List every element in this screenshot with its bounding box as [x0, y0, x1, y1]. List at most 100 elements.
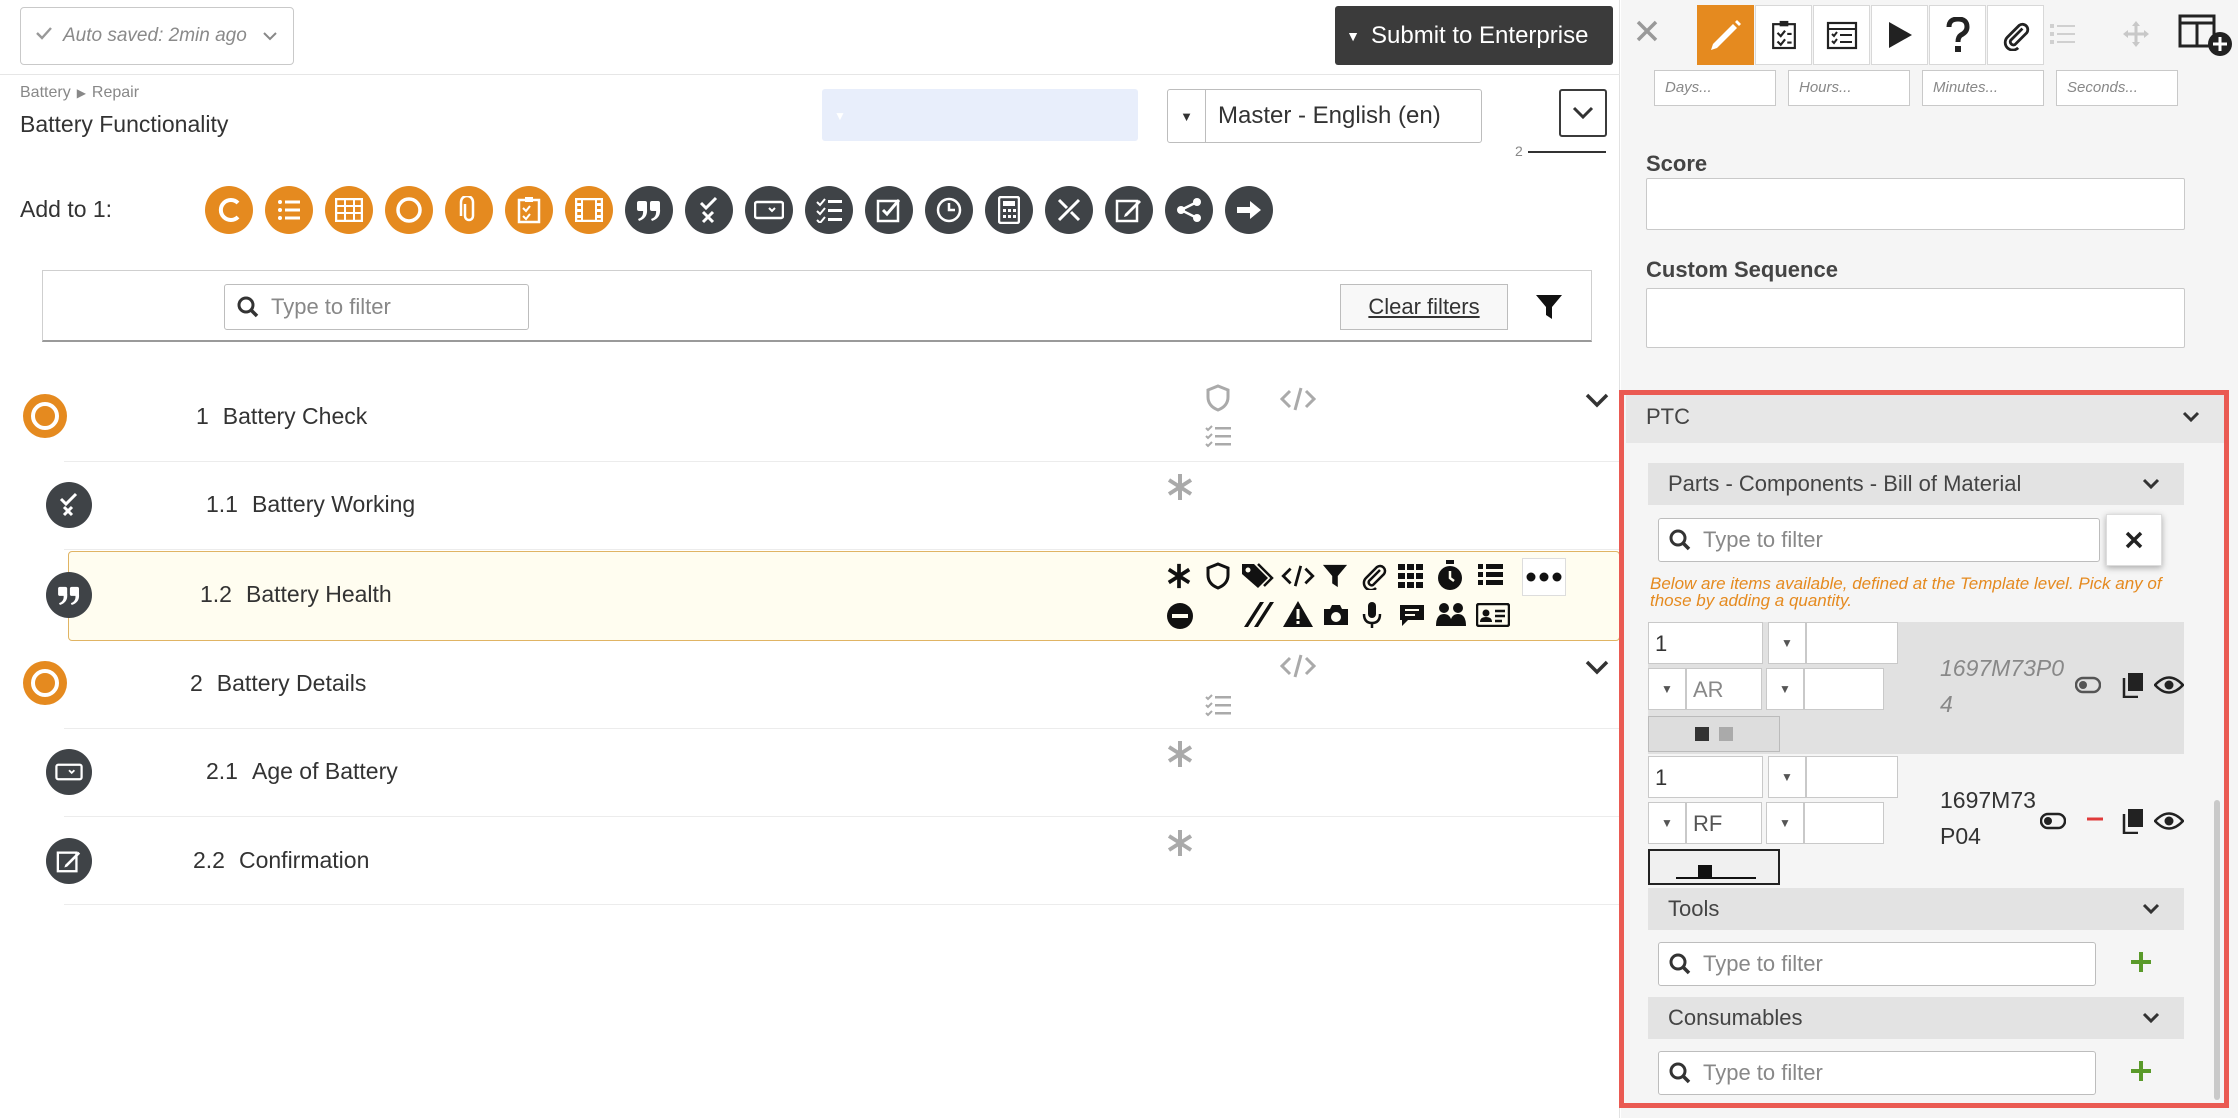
remove-circle-icon[interactable]	[1166, 602, 1194, 635]
microphone-icon[interactable]	[1362, 601, 1382, 634]
signature-icon[interactable]	[46, 838, 92, 884]
add-checkbox-icon[interactable]	[865, 186, 913, 234]
add-panel-icon[interactable]	[2178, 12, 2234, 63]
add-list-icon[interactable]	[265, 186, 313, 234]
editor-main: Auto saved: 2min ago ▼ Submit to Enterpr…	[0, 0, 1620, 1118]
code-icon[interactable]	[1279, 653, 1317, 684]
add-quote-icon[interactable]	[625, 186, 673, 234]
close-icon[interactable]	[1634, 18, 1660, 49]
chevron-down-icon[interactable]	[1584, 659, 1610, 682]
code-icon[interactable]	[1281, 564, 1315, 593]
row-battery-details[interactable]: 2 Battery Details	[190, 670, 366, 697]
autosave-dropdown[interactable]: Auto saved: 2min ago	[20, 7, 294, 65]
add-checklist-icon[interactable]	[505, 186, 553, 234]
step-icon[interactable]	[22, 393, 68, 439]
ellipsis-icon	[1526, 572, 1562, 582]
text-input-icon[interactable]	[46, 749, 92, 795]
list-disabled-icon	[2050, 22, 2076, 51]
add-pass-fail-icon[interactable]	[685, 186, 733, 234]
breadcrumb: Battery ▶ Repair	[20, 84, 139, 102]
pass-fail-icon[interactable]	[46, 482, 92, 528]
slant-bars-icon[interactable]	[1242, 600, 1276, 633]
collapse-button[interactable]	[1559, 89, 1607, 137]
submit-button[interactable]: ▼ Submit to Enterprise	[1335, 6, 1613, 65]
caret-down-icon[interactable]: ▼	[1335, 28, 1371, 44]
row-confirmation[interactable]: 2.2 Confirmation	[193, 847, 369, 874]
filter-funnel-icon[interactable]	[1535, 294, 1563, 325]
chevron-down-icon[interactable]	[1584, 392, 1610, 415]
add-time-icon[interactable]	[925, 186, 973, 234]
add-table-icon[interactable]	[325, 186, 373, 234]
add-calculator-icon[interactable]	[985, 186, 1033, 234]
people-icon[interactable]	[1436, 602, 1466, 633]
add-attachment-icon[interactable]	[445, 186, 493, 234]
add-branch-icon[interactable]	[1165, 186, 1213, 234]
custom-sequence-input[interactable]	[1646, 288, 2185, 348]
add-step-icon[interactable]	[385, 186, 433, 234]
paperclip-icon[interactable]	[1360, 562, 1388, 595]
language-select[interactable]: ▼ Master - English (en)	[1167, 89, 1482, 143]
score-label: Score	[1646, 151, 1708, 176]
help-button[interactable]	[1929, 5, 1986, 65]
required-asterisk-icon[interactable]	[1166, 828, 1194, 863]
minutes-input[interactable]: Minutes...	[1922, 70, 2044, 106]
shield-icon[interactable]	[1205, 562, 1231, 595]
stopwatch-icon[interactable]	[1436, 560, 1464, 597]
search-icon	[237, 296, 259, 318]
quote-icon[interactable]	[46, 572, 92, 618]
seconds-input[interactable]: Seconds...	[2056, 70, 2178, 106]
question-icon	[1946, 17, 1970, 52]
camera-icon[interactable]	[1322, 603, 1350, 632]
attachments-button[interactable]	[1987, 5, 2044, 65]
required-asterisk-icon[interactable]	[1166, 562, 1192, 595]
caret-down-icon: ▼	[1168, 90, 1206, 142]
score-input[interactable]	[1646, 178, 2185, 230]
comment-icon[interactable]	[1398, 603, 1426, 632]
edit-mode-button[interactable]	[1697, 5, 1754, 65]
data-list-icon[interactable]	[1478, 564, 1504, 595]
tag-icon[interactable]	[1240, 562, 1274, 595]
row-age-of-battery[interactable]: 2.1 Age of Battery	[206, 758, 398, 785]
add-to-label: Add to 1:	[20, 196, 113, 222]
row-battery-health[interactable]: 1.2 Battery Health	[200, 581, 392, 608]
add-signature-icon[interactable]	[1105, 186, 1153, 234]
autosave-text: Auto saved: 2min ago	[63, 25, 247, 46]
step-icon[interactable]	[22, 660, 68, 706]
code-icon[interactable]	[1279, 386, 1317, 417]
breadcrumb-root[interactable]: Battery	[20, 84, 71, 101]
clipboard-check-icon	[1771, 20, 1796, 50]
more-options-button[interactable]	[1522, 558, 1566, 596]
chevron-down-icon	[263, 25, 277, 47]
checklist-icon[interactable]	[1205, 424, 1233, 453]
form-view-button[interactable]	[1813, 5, 1870, 65]
warning-icon[interactable]	[1282, 600, 1314, 633]
days-input[interactable]: Days...	[1654, 70, 1776, 106]
add-text-input-icon[interactable]	[745, 186, 793, 234]
checklist-view-button[interactable]	[1755, 5, 1812, 65]
custom-sequence-label: Custom Sequence	[1646, 257, 1838, 282]
filter-icon[interactable]	[1322, 563, 1348, 594]
required-asterisk-icon[interactable]	[1166, 739, 1194, 774]
add-jump-icon[interactable]	[1225, 186, 1273, 234]
add-tools-icon[interactable]	[1045, 186, 1093, 234]
breadcrumb-arrow-icon: ▶	[76, 86, 86, 100]
required-asterisk-icon[interactable]	[1166, 472, 1194, 507]
add-procedure-icon[interactable]	[205, 186, 253, 234]
procedure-select[interactable]: ▼	[822, 89, 1138, 141]
clear-filters-button[interactable]: Clear filters	[1340, 284, 1508, 330]
checklist-icon[interactable]	[1205, 693, 1233, 722]
highlight-frame	[1619, 390, 2229, 1108]
id-card-icon[interactable]	[1475, 602, 1511, 632]
hours-input[interactable]: Hours...	[1788, 70, 1910, 106]
breadcrumb-current[interactable]: Repair	[92, 84, 139, 101]
outline-filter-input[interactable]: Type to filter	[224, 284, 529, 330]
move-icon[interactable]	[2122, 20, 2150, 53]
row-battery-check[interactable]: 1 Battery Check	[196, 403, 367, 430]
paperclip-icon	[2003, 22, 2029, 51]
row-battery-working[interactable]: 1.1 Battery Working	[206, 491, 415, 518]
play-button[interactable]	[1871, 5, 1928, 65]
shield-icon[interactable]	[1205, 384, 1231, 417]
add-video-icon[interactable]	[565, 186, 613, 234]
add-multi-check-icon[interactable]	[805, 186, 853, 234]
grid-icon[interactable]	[1398, 564, 1424, 593]
